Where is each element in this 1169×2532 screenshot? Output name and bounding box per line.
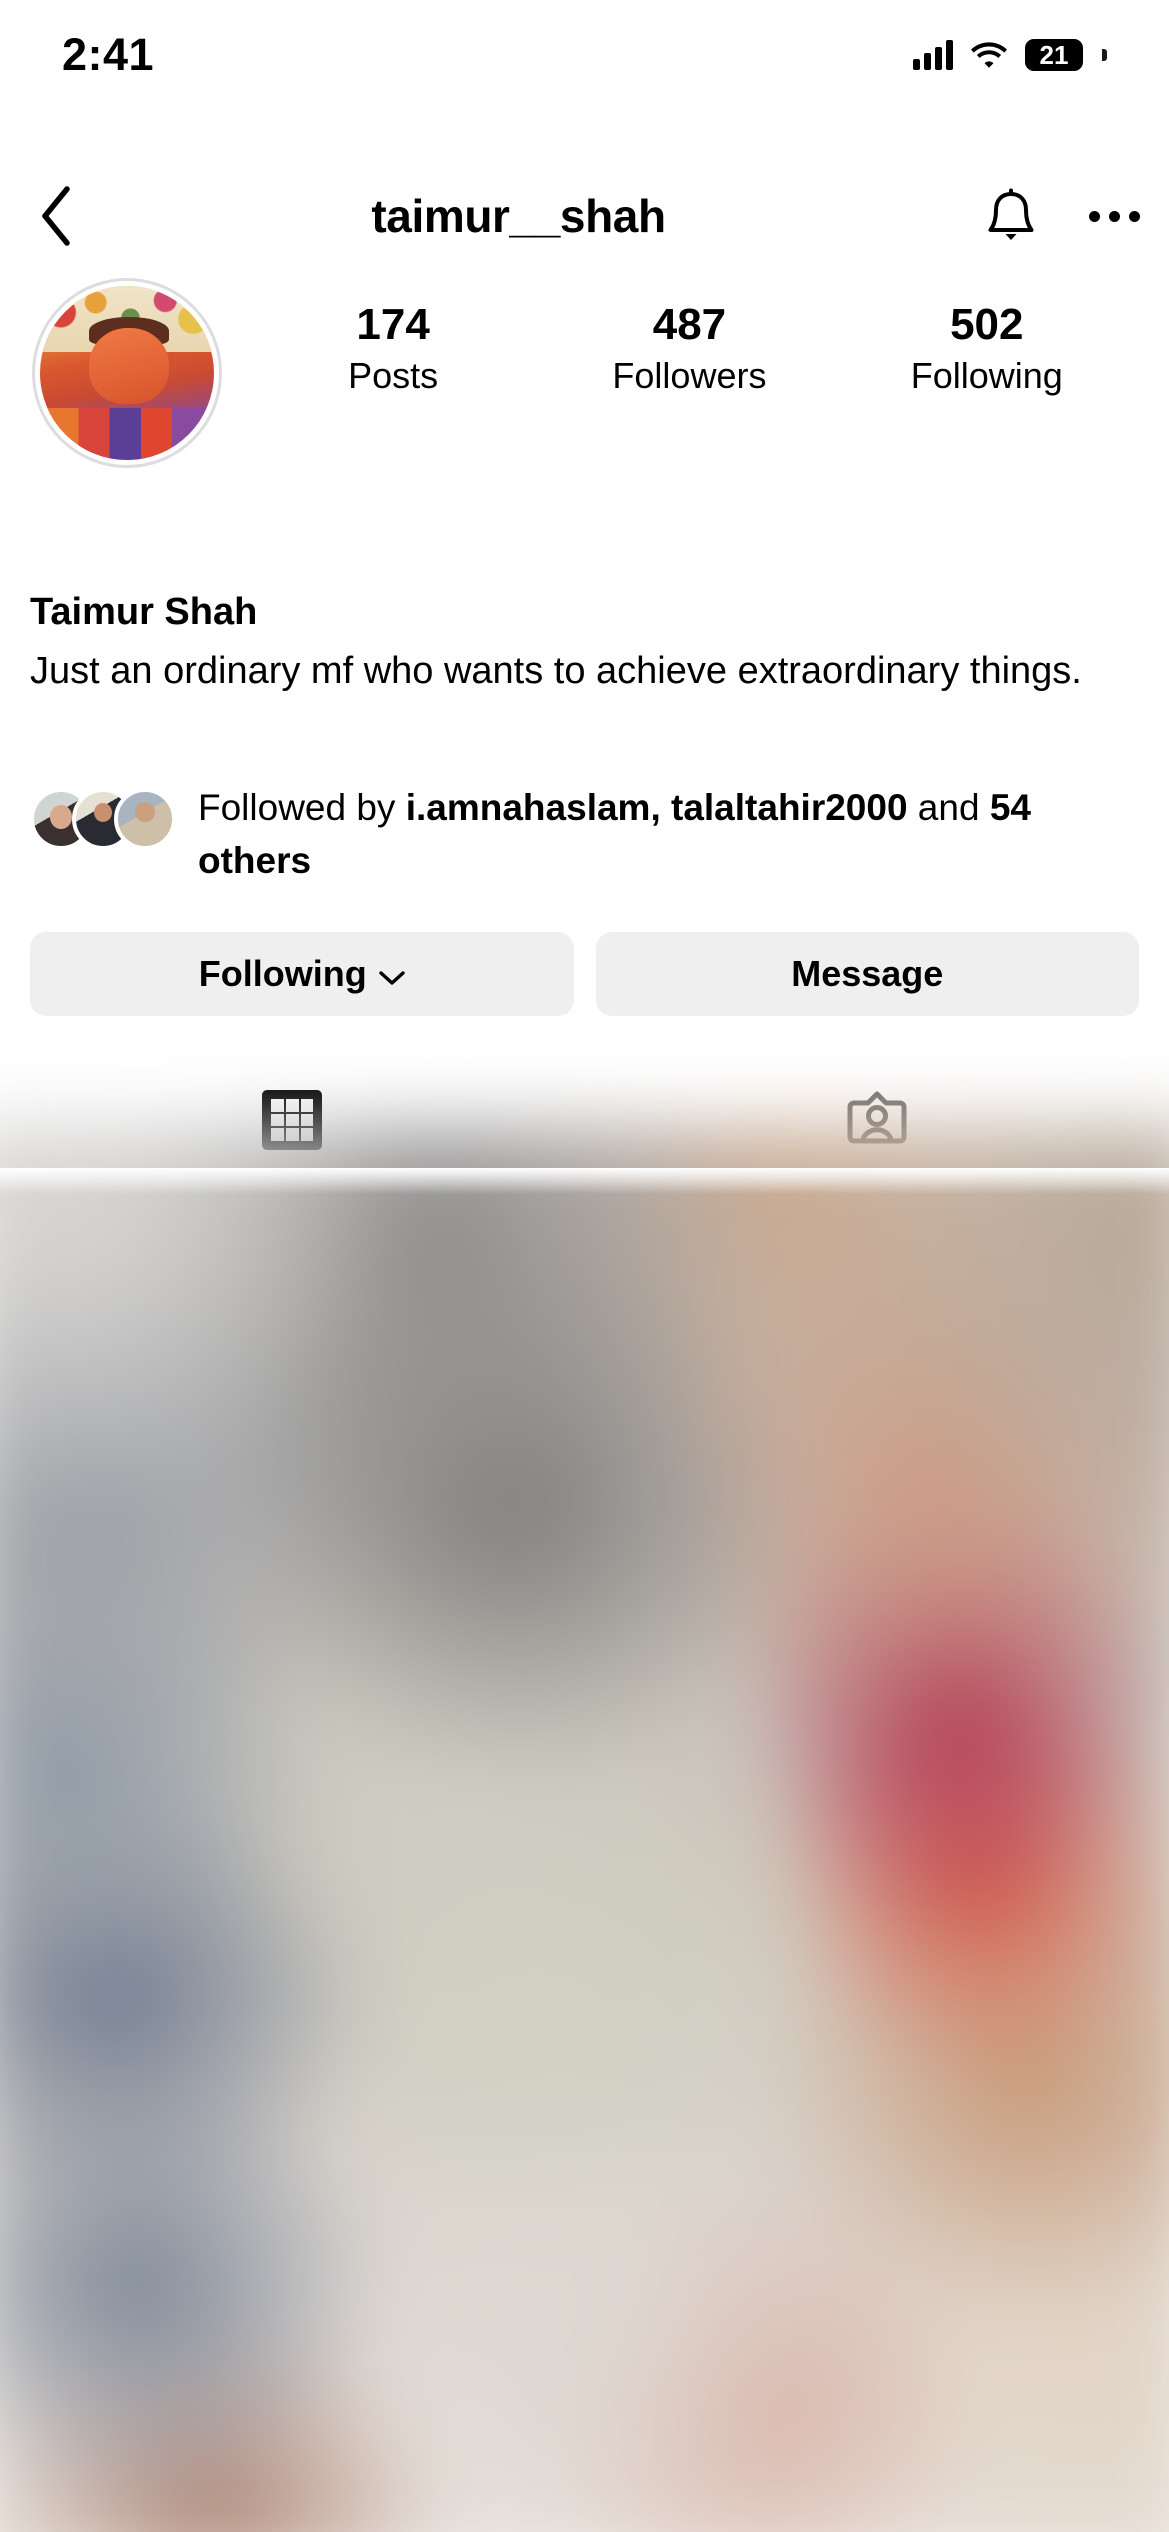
display-name: Taimur Shah: [30, 591, 258, 633]
followed-by-text: Followed by i.amnahaslam, talaltahir2000…: [198, 782, 1139, 887]
profile-action-buttons: Following Message: [0, 932, 1169, 1016]
posts-grid-blurred[interactable]: [0, 1127, 1169, 2532]
avatar[interactable]: [32, 278, 222, 468]
followed-by-names[interactable]: i.amnahaslam, talaltahir2000: [406, 787, 908, 828]
page-title: taimur__shah: [371, 190, 666, 242]
stat-count: 487: [652, 300, 727, 349]
mutual-followers-avatars: [30, 788, 176, 850]
battery-indicator: 21: [1025, 39, 1083, 71]
status-bar: 2:41 21: [0, 0, 1169, 96]
profile-stats: 174 Posts 487 Followers 502 Following: [222, 300, 1169, 397]
message-button-label: Message: [791, 953, 944, 994]
followed-by-section[interactable]: Followed by i.amnahaslam, talaltahir2000…: [0, 782, 1169, 887]
more-options-button[interactable]: [1059, 210, 1169, 222]
dot-icon: [1128, 210, 1140, 222]
chevron-down-icon: [379, 953, 405, 995]
stat-label: Posts: [348, 354, 439, 396]
stat-posts[interactable]: 174 Posts: [318, 300, 468, 397]
cellular-signal-icon: [913, 40, 953, 70]
instagram-profile-screen: 2:41 21 taimur__shah 174 Posts 487 Follo…: [0, 0, 1169, 2532]
profile-summary-row: 174 Posts 487 Followers 502 Following: [0, 278, 1169, 468]
following-button[interactable]: Following: [30, 932, 574, 1016]
followed-by-middle: and: [907, 787, 990, 828]
grid-top-fade: [0, 1168, 1169, 1194]
stat-followers[interactable]: 487 Followers: [612, 300, 766, 397]
stat-label: Followers: [612, 354, 767, 396]
stat-following[interactable]: 502 Following: [911, 300, 1063, 397]
navigation-header: taimur__shah: [0, 160, 1169, 272]
followed-by-prefix: Followed by: [198, 787, 406, 828]
wifi-icon: [970, 40, 1008, 70]
bio-section: Taimur Shah Just an ordinary mf who want…: [0, 588, 1169, 699]
battery-terminal-icon: [1102, 49, 1107, 61]
dot-icon: [1088, 210, 1100, 222]
status-time: 2:41: [62, 29, 155, 80]
stat-count: 174: [356, 300, 430, 349]
stat-label: Following: [910, 354, 1063, 396]
avatar-face-shape: [88, 327, 169, 405]
message-button[interactable]: Message: [595, 932, 1139, 1016]
stat-count: 502: [950, 300, 1024, 349]
avatar-clothing-shape: [40, 407, 214, 460]
notification-bell-icon[interactable]: [963, 188, 1059, 244]
avatar-image: [40, 286, 214, 460]
status-indicators: 21: [913, 39, 1107, 71]
following-button-label: Following: [198, 953, 367, 994]
dot-icon: [1108, 210, 1120, 222]
bio-text: Just an ordinary mf who wants to achieve…: [30, 650, 1082, 693]
mutual-avatar: [114, 788, 176, 850]
